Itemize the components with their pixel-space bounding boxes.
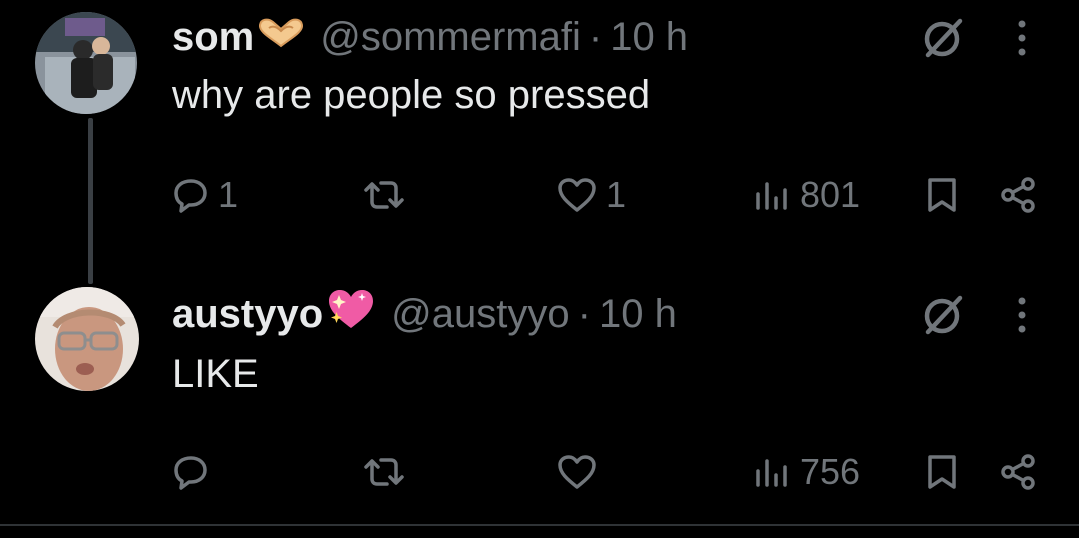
like-count: 1 [606,174,627,215]
reply-button[interactable]: 1 [172,167,238,223]
reply-icon [172,453,210,491]
share-icon [998,175,1040,215]
share-button[interactable] [998,444,1040,500]
user-handle[interactable]: @sommermafi [320,15,581,60]
like-button[interactable] [556,444,606,500]
grok-icon[interactable] [918,291,966,339]
views-count: 801 [800,174,861,215]
like-button[interactable]: 1 [556,167,626,223]
grok-icon[interactable] [918,14,966,62]
bookmark-icon [922,452,962,492]
avatar[interactable] [35,287,139,391]
views-icon [752,453,792,491]
views-count: 756 [800,451,861,492]
action-bar: 1 1 801 [0,167,1079,223]
action-bar: 756 [0,444,1079,500]
bookmark-button[interactable] [922,444,962,500]
views-button[interactable]: 756 [752,444,860,500]
user-handle[interactable]: @austyyo [391,292,569,337]
repost-button[interactable] [360,444,408,500]
sparkling-heart-emoji [325,286,377,342]
tweet-header: austyyo @austyyo · 10 h [172,289,677,339]
tweet[interactable]: austyyo @austyyo · 10 h LIKE 756 [0,270,1079,524]
more-icon[interactable] [1004,14,1040,62]
tweet-header: som @sommermafi · 10 h [172,12,688,62]
heart-hands-emoji [256,15,306,60]
bookmark-button[interactable] [922,167,962,223]
views-button[interactable]: 801 [752,167,860,223]
repost-icon [360,176,408,214]
tweet[interactable]: som @sommermafi · 10 h why are people so… [0,0,1079,284]
views-icon [752,176,792,214]
reply-button[interactable] [172,444,218,500]
divider [0,524,1079,526]
like-icon [556,453,598,491]
tweet-text: LIKE [172,352,259,396]
timestamp[interactable]: 10 h [599,292,677,337]
bookmark-icon [922,175,962,215]
timestamp[interactable]: 10 h [610,15,688,60]
separator-dot: · [588,14,603,59]
avatar[interactable] [35,12,137,114]
like-icon [556,176,598,214]
reply-count: 1 [218,174,239,215]
repost-button[interactable] [360,167,408,223]
share-icon [998,452,1040,492]
tweet-text: why are people so pressed [172,73,651,117]
share-button[interactable] [998,167,1040,223]
display-name[interactable]: som [172,15,254,60]
display-name[interactable]: austyyo [172,292,323,337]
reply-icon [172,176,210,214]
separator-dot: · [577,291,591,336]
more-icon[interactable] [1004,291,1040,339]
repost-icon [360,453,408,491]
